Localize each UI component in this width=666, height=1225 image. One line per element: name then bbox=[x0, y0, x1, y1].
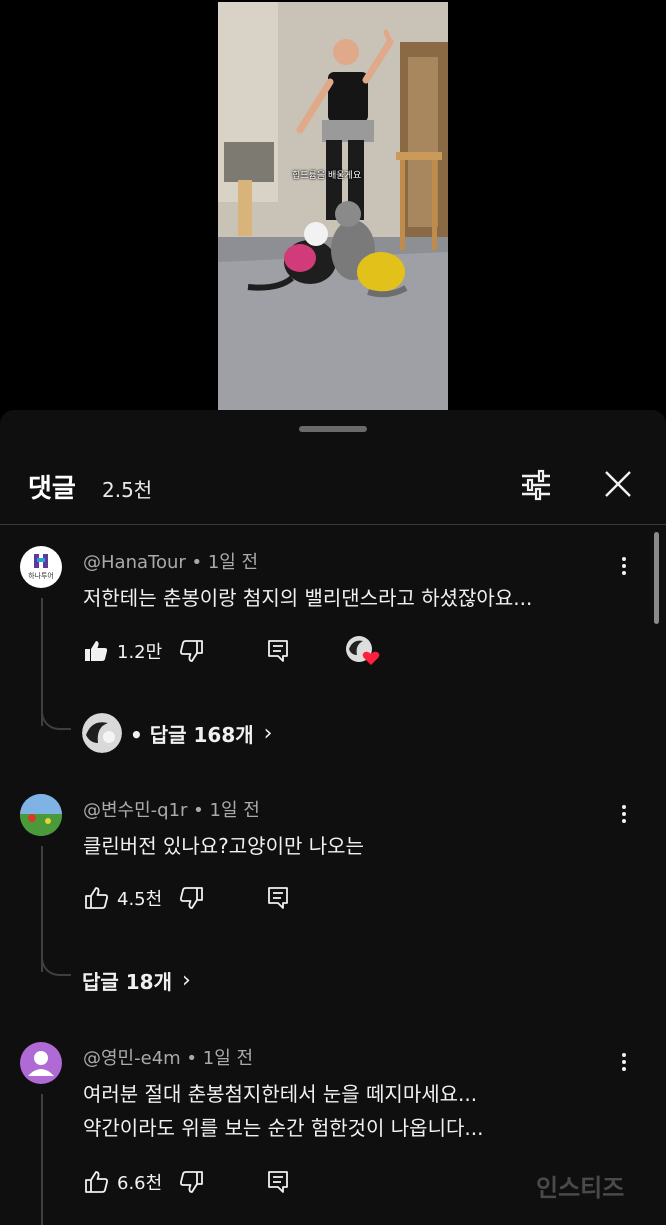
reply-avatar-icon bbox=[82, 713, 122, 753]
close-icon bbox=[605, 471, 631, 497]
creator-heart-badge bbox=[345, 635, 381, 667]
thumbs-down-icon bbox=[180, 640, 203, 662]
comment-text: 클린버전 있나요?고양이만 나오는 bbox=[83, 829, 364, 863]
like-button[interactable]: 6.6천 bbox=[83, 1166, 162, 1198]
comments-header: 댓글 2.5천 bbox=[0, 450, 666, 524]
sort-filter-button[interactable] bbox=[516, 464, 556, 504]
creator-heart-icon bbox=[346, 636, 380, 665]
comment-line: 저한테는 춘봉이랑 첨지의 밸리댄스라고 하셨잖아요... bbox=[83, 586, 533, 610]
close-button[interactable] bbox=[598, 464, 638, 504]
comment-author-meta[interactable]: @HanaTour • 1일 전 bbox=[83, 548, 258, 574]
drag-handle[interactable] bbox=[299, 426, 367, 432]
thread-curve bbox=[41, 948, 71, 976]
comments-sheet: 댓글 2.5천 하나투어 @HanaTour • 1일 전 저한테는 춘봉이랑 … bbox=[0, 410, 666, 1225]
chevron-right-icon: › bbox=[182, 968, 191, 993]
comment-line: 약간이라도 위를 보는 순간 험한것이 나옵니다... bbox=[83, 1116, 484, 1140]
comment-line: 클린버전 있나요?고양이만 나오는 bbox=[83, 834, 364, 858]
comments-count: 2.5천 bbox=[102, 478, 153, 502]
like-button[interactable]: 1.2만 bbox=[83, 635, 162, 667]
replies-count: • 답글 168개 bbox=[130, 722, 254, 747]
video-caption: 힙드륨을 배울게요 bbox=[292, 171, 362, 181]
avatar[interactable] bbox=[20, 794, 62, 836]
svg-text:하나투어: 하나투어 bbox=[28, 571, 54, 580]
comment-line: 여러분 절대 춘봉첨지한테서 눈을 떼지마세요... bbox=[83, 1082, 478, 1106]
reply-button[interactable] bbox=[265, 882, 291, 914]
thumbs-up-filled-icon bbox=[85, 641, 108, 661]
hanatour-logo-icon: 하나투어 bbox=[28, 554, 54, 580]
video-scene bbox=[218, 2, 448, 412]
dislike-button[interactable] bbox=[179, 635, 205, 667]
comment-item: 하나투어 @HanaTour • 1일 전 저한테는 춘봉이랑 첨지의 밸리댄스… bbox=[0, 546, 650, 766]
like-count: 4.5천 bbox=[117, 889, 163, 910]
like-count: 6.6천 bbox=[117, 1173, 163, 1194]
watermark: 인스티즈 bbox=[536, 1174, 625, 1202]
thumbs-up-icon bbox=[85, 887, 108, 909]
reply-button[interactable] bbox=[265, 635, 291, 667]
avatar[interactable]: 하나투어 bbox=[20, 546, 62, 588]
like-button[interactable]: 4.5천 bbox=[83, 882, 162, 914]
avatar[interactable] bbox=[20, 1042, 62, 1084]
scrollbar[interactable] bbox=[654, 532, 659, 624]
comment-reply-icon bbox=[268, 640, 288, 662]
thumbs-down-icon bbox=[180, 887, 203, 909]
replies-count: 답글 18개 bbox=[82, 970, 172, 994]
comment-text: 저한테는 춘봉이랑 첨지의 밸리댄스라고 하셨잖아요... bbox=[83, 581, 532, 615]
video-frame[interactable]: 힙드륨을 배울게요 bbox=[218, 2, 448, 412]
dislike-button[interactable] bbox=[179, 1166, 205, 1198]
thread-curve bbox=[41, 702, 71, 730]
header-divider bbox=[0, 524, 666, 525]
dislike-button[interactable] bbox=[179, 882, 205, 914]
landscape-avatar-icon bbox=[20, 794, 62, 836]
more-options-button[interactable] bbox=[612, 554, 636, 584]
comment-text: 여러분 절대 춘봉첨지한테서 눈을 떼지마세요... 약간이라도 위를 보는 순… bbox=[83, 1077, 483, 1145]
chevron-right-icon: › bbox=[263, 720, 273, 746]
comment-actions: 6.6천 bbox=[83, 1166, 403, 1198]
comment-reply-icon bbox=[268, 887, 288, 909]
thread-line bbox=[41, 1094, 43, 1225]
comment-author-meta[interactable]: @변수민-q1r • 1일 전 bbox=[83, 796, 260, 822]
thumbs-up-icon bbox=[85, 1171, 108, 1193]
comments-title: 댓글 bbox=[28, 474, 76, 504]
filter-sliders-icon bbox=[522, 469, 550, 501]
more-options-button[interactable] bbox=[612, 802, 636, 832]
like-count: 1.2만 bbox=[117, 642, 163, 663]
more-options-button[interactable] bbox=[612, 1050, 636, 1080]
reply-button[interactable] bbox=[265, 1166, 291, 1198]
comment-actions: 4.5천 bbox=[83, 882, 403, 914]
default-user-avatar-icon bbox=[28, 1051, 54, 1076]
thumbs-down-icon bbox=[180, 1171, 203, 1193]
comment-item: @변수민-q1r • 1일 전 클린버전 있나요?고양이만 나오는 4.5천 답… bbox=[0, 794, 650, 1014]
comment-author-meta[interactable]: @영민-e4m • 1일 전 bbox=[83, 1044, 253, 1070]
comment-actions: 1.2만 bbox=[83, 635, 403, 667]
comment-reply-icon bbox=[268, 1171, 288, 1193]
view-replies-button[interactable]: 답글 18개 › bbox=[82, 966, 191, 995]
view-replies-button[interactable]: • 답글 168개 › bbox=[82, 713, 272, 753]
video-player-area[interactable]: 힙드륨을 배울게요 bbox=[0, 0, 666, 412]
